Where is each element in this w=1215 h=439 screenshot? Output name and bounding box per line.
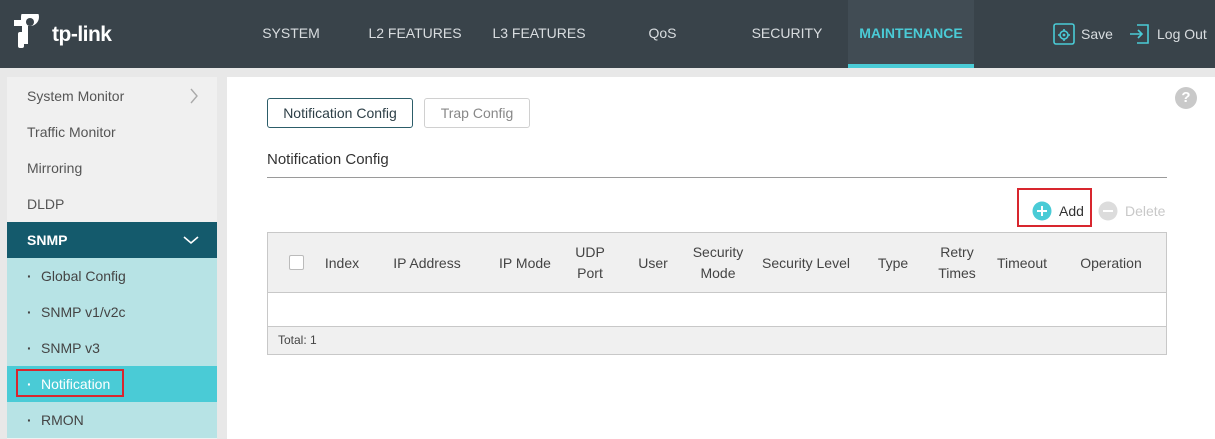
- col-operation: Operation: [1080, 254, 1142, 271]
- nav-system[interactable]: SYSTEM: [246, 0, 336, 68]
- nav-l3-features[interactable]: L3 FEATURES: [484, 0, 594, 68]
- nav-qos[interactable]: QoS: [620, 0, 705, 68]
- nav-maintenance[interactable]: MAINTENANCE: [848, 0, 974, 68]
- select-all-checkbox[interactable]: [289, 255, 304, 270]
- save-button[interactable]: Save: [1052, 20, 1113, 48]
- logout-label: Log Out: [1157, 26, 1207, 42]
- logo-text: tp-link: [52, 23, 112, 46]
- tp-link-logo: tp-link: [8, 8, 118, 54]
- sidebar-subitem-label: Notification: [41, 376, 111, 392]
- section-divider: [267, 177, 1167, 178]
- sidebar-subitem-label: Global Config: [41, 268, 126, 284]
- sidebar-subitem-global-config[interactable]: · Global Config: [7, 258, 217, 294]
- notification-table: Index IP Address IP Mode UDP Port User S…: [267, 232, 1167, 355]
- sidebar-subitem-snmp-v3[interactable]: · SNMP v3: [7, 330, 217, 366]
- save-gear-icon: [1053, 23, 1075, 45]
- sidebar-subitem-rmon[interactable]: · RMON: [7, 402, 217, 438]
- bullet-icon: ·: [27, 304, 32, 320]
- delete-label: Delete: [1125, 203, 1166, 219]
- logout-button[interactable]: Log Out: [1128, 20, 1207, 48]
- bullet-icon: ·: [27, 268, 32, 284]
- sidebar-subitem-snmp-v1v2c[interactable]: · SNMP v1/v2c: [7, 294, 217, 330]
- top-navbar: tp-link SYSTEM L2 FEATURES L3 FEATURES Q…: [0, 0, 1215, 68]
- col-security-mode: Security Mode: [692, 244, 744, 281]
- col-index: Index: [324, 254, 360, 271]
- sidebar-subitem-label: RMON: [41, 412, 84, 428]
- delete-button[interactable]: Delete: [1098, 199, 1165, 223]
- tab-trap-config[interactable]: Trap Config: [424, 98, 530, 128]
- table-row: [268, 293, 1166, 327]
- sidebar: System Monitor Traffic Monitor Mirroring…: [7, 77, 217, 439]
- bullet-icon: ·: [27, 412, 32, 428]
- main-content: ? Notification Config Trap Config Notifi…: [227, 77, 1215, 439]
- table-header: Index IP Address IP Mode UDP Port User S…: [268, 233, 1166, 293]
- chevron-right-icon: [190, 88, 198, 104]
- sidebar-subitem-label: SNMP v3: [41, 340, 100, 356]
- col-retry-times: Retry Times: [938, 244, 976, 281]
- col-user: User: [638, 254, 668, 271]
- sidebar-item-dldp[interactable]: DLDP: [7, 186, 217, 222]
- section-title: Notification Config: [267, 151, 389, 168]
- logout-icon: [1130, 24, 1149, 44]
- sidebar-item-mirroring[interactable]: Mirroring: [7, 150, 217, 186]
- table-footer: Total: 1: [268, 327, 1166, 354]
- sidebar-item-traffic-monitor[interactable]: Traffic Monitor: [7, 114, 217, 150]
- sidebar-item-label: System Monitor: [27, 88, 125, 104]
- tab-notification-config[interactable]: Notification Config: [267, 98, 413, 128]
- sidebar-group-snmp[interactable]: SNMP: [7, 222, 217, 258]
- add-button[interactable]: Add: [1032, 199, 1084, 223]
- sidebar-subitem-label: SNMP v1/v2c: [41, 304, 126, 320]
- nav-l2-features[interactable]: L2 FEATURES: [360, 0, 470, 68]
- col-ip-mode: IP Mode: [499, 254, 551, 271]
- col-type: Type: [877, 254, 909, 271]
- sidebar-group-label: SNMP: [27, 232, 68, 248]
- bullet-icon: ·: [27, 376, 32, 392]
- save-label: Save: [1081, 26, 1113, 42]
- nav-security[interactable]: SECURITY: [738, 0, 836, 68]
- minus-circle-icon: [1098, 201, 1118, 221]
- help-icon[interactable]: ?: [1175, 87, 1197, 109]
- col-ip-address: IP Address: [393, 254, 461, 271]
- plus-circle-icon: [1032, 201, 1052, 221]
- bullet-icon: ·: [27, 340, 32, 356]
- col-security-level: Security Level: [762, 254, 850, 271]
- chevron-down-icon: [183, 236, 199, 245]
- add-label: Add: [1059, 203, 1084, 219]
- col-udp-port: UDP Port: [575, 244, 605, 281]
- tp-link-logo-icon: [14, 8, 39, 48]
- sidebar-item-system-monitor[interactable]: System Monitor: [7, 78, 217, 114]
- sidebar-subitem-notification[interactable]: · Notification: [7, 366, 217, 402]
- col-timeout: Timeout: [996, 254, 1048, 271]
